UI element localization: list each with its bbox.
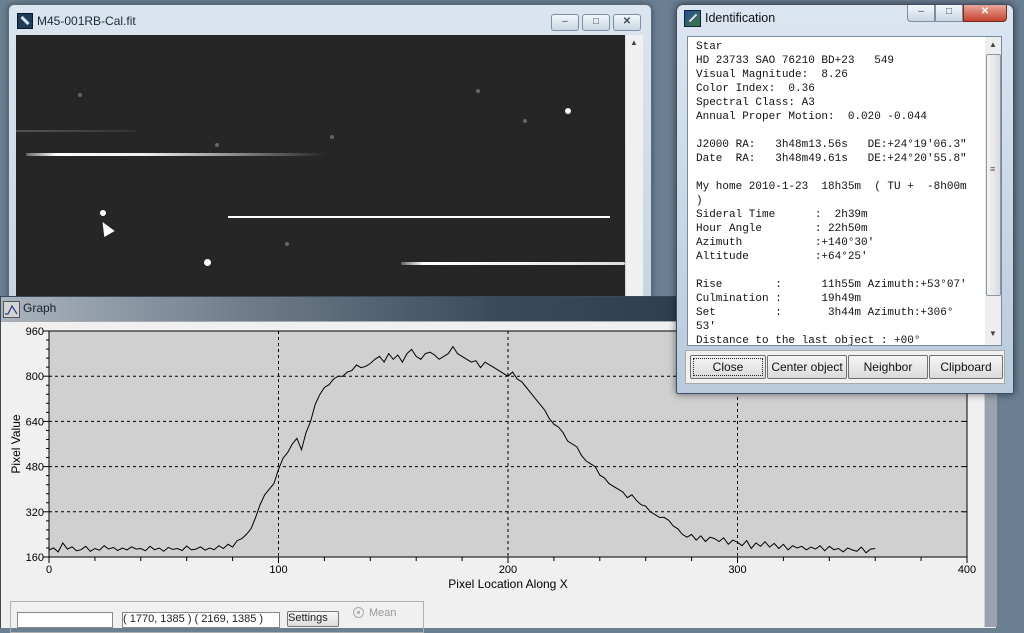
y-tick-label: 320 [26, 507, 44, 519]
y-tick-label: 480 [26, 462, 44, 474]
info-line: HD 23733 SAO 76210 BD+23 549 [696, 55, 895, 67]
scroll-down-arrow-icon[interactable]: ▼ [989, 329, 997, 338]
y-tick-label: 640 [26, 416, 44, 428]
info-line: Date RA: 3h48m49.61s DE:+24°20'55.8" [696, 153, 967, 165]
neighbor-button[interactable]: Neighbor [848, 355, 928, 379]
info-line [696, 124, 985, 138]
info-line: ) [696, 195, 703, 207]
info-line: J2000 RA: 3h48m13.56s DE:+24°19'06.3" [696, 139, 967, 151]
info-line: Set : 3h44m Azimuth:+306° [696, 307, 954, 319]
info-vertical-scrollbar[interactable]: ▲ ≡ ▼ [985, 36, 1002, 346]
image-window: M45-001RB-Cal.fit – □ ✕ ▲ [8, 4, 652, 306]
info-line: Annual Proper Motion: 0.020 -0.044 [696, 111, 928, 123]
scroll-up-arrow-icon[interactable]: ▲ [989, 40, 997, 49]
x-tick-label: 200 [499, 564, 517, 576]
info-line [696, 264, 985, 278]
identification-button-bar: Close Center object Neighbor Clipboard [685, 350, 1005, 384]
telescope-icon [684, 10, 701, 27]
minimize-button[interactable]: – [551, 14, 579, 31]
close-button[interactable]: Close [690, 355, 766, 379]
faint-star [476, 89, 480, 93]
y-tick-label: 800 [26, 371, 44, 383]
faint-star [330, 135, 334, 139]
x-tick-label: 400 [958, 564, 976, 576]
info-line: Distance to the last object : +00° [696, 335, 921, 346]
minimize-button[interactable]: – [907, 5, 935, 22]
profile-mode-dropdown[interactable] [17, 612, 113, 628]
grip-icon: ≡ [990, 164, 996, 174]
info-line: Azimuth :+140°30' [696, 237, 875, 249]
faint-star [523, 119, 527, 123]
sky-image-canvas[interactable] [16, 35, 625, 297]
star-trail [401, 262, 625, 265]
info-line: Culmination : 19h49m [696, 293, 862, 305]
info-line: Star [696, 41, 723, 53]
star-trail [16, 130, 136, 132]
x-tick-label: 300 [728, 564, 746, 576]
info-line: Hour Angle : 22h50m [696, 223, 868, 235]
info-line: Rise : 11h55m Azimuth:+53°07' [696, 279, 967, 291]
x-tick-label: 0 [46, 564, 52, 576]
info-line: Spectral Class: A3 [696, 97, 815, 109]
close-window-button[interactable]: ✕ [963, 5, 1007, 22]
info-line [696, 166, 985, 180]
y-tick-label: 960 [26, 326, 44, 338]
image-window-title: M45-001RB-Cal.fit [37, 14, 136, 28]
x-tick-label: 100 [269, 564, 287, 576]
clipboard-button[interactable]: Clipboard [929, 355, 1003, 379]
info-line: Visual Magnitude: 8.26 [696, 69, 848, 81]
identification-window: Identification – □ ✕ Star HD 23733 SAO 76… [676, 4, 1014, 394]
mouse-cursor-icon [97, 218, 115, 238]
object-info-textbox[interactable]: Star HD 23733 SAO 76210 BD+23 549 Visual M… [687, 36, 986, 346]
star [204, 259, 211, 266]
x-axis-label: Pixel Location Along X [448, 577, 567, 591]
maximize-button[interactable]: □ [935, 5, 963, 22]
identification-window-title: Identification [705, 11, 776, 25]
y-tick-label: 160 [26, 552, 44, 564]
maximize-button[interactable]: □ [582, 14, 610, 31]
settings-button[interactable]: Settings [287, 611, 339, 627]
scroll-up-arrow-icon[interactable]: ▲ [630, 38, 638, 47]
star [565, 108, 571, 114]
info-line: 53' [696, 321, 716, 333]
scrollbar-thumb[interactable]: ≡ [986, 54, 1001, 296]
info-line: My home 2010-1-23 18h35m ( TU + -8h00m [696, 181, 967, 193]
close-button[interactable]: ✕ [613, 14, 641, 31]
y-axis-label: Pixel Value [9, 414, 23, 473]
mean-radio-label: Mean [369, 607, 397, 619]
profile-line-selection[interactable] [228, 216, 610, 218]
image-window-controls: – □ ✕ [551, 14, 641, 31]
star-trail [26, 153, 326, 156]
faint-star [78, 93, 82, 97]
faint-star [285, 242, 289, 246]
info-line: Color Index: 0.36 [696, 83, 815, 95]
profile-coordinates-field[interactable]: ( 1770, 1385 ) ( 2169, 1385 ) [122, 612, 280, 628]
object-info-text: Star HD 23733 SAO 76210 BD+23 549 Visual M… [688, 37, 985, 346]
image-vertical-scrollbar[interactable]: ▲ [626, 35, 643, 297]
info-line: Sideral Time : 2h39m [696, 209, 868, 221]
graph-icon [3, 301, 20, 318]
graph-window-title: Graph [23, 301, 57, 315]
star [100, 210, 106, 216]
identification-window-controls: – □ ✕ [907, 5, 1007, 22]
faint-star [215, 143, 219, 147]
info-line: Altitude :+64°25' [696, 251, 868, 263]
center-object-button[interactable]: Center object [767, 355, 847, 379]
mean-radio-button[interactable] [353, 607, 364, 618]
fits-file-icon [17, 13, 33, 29]
